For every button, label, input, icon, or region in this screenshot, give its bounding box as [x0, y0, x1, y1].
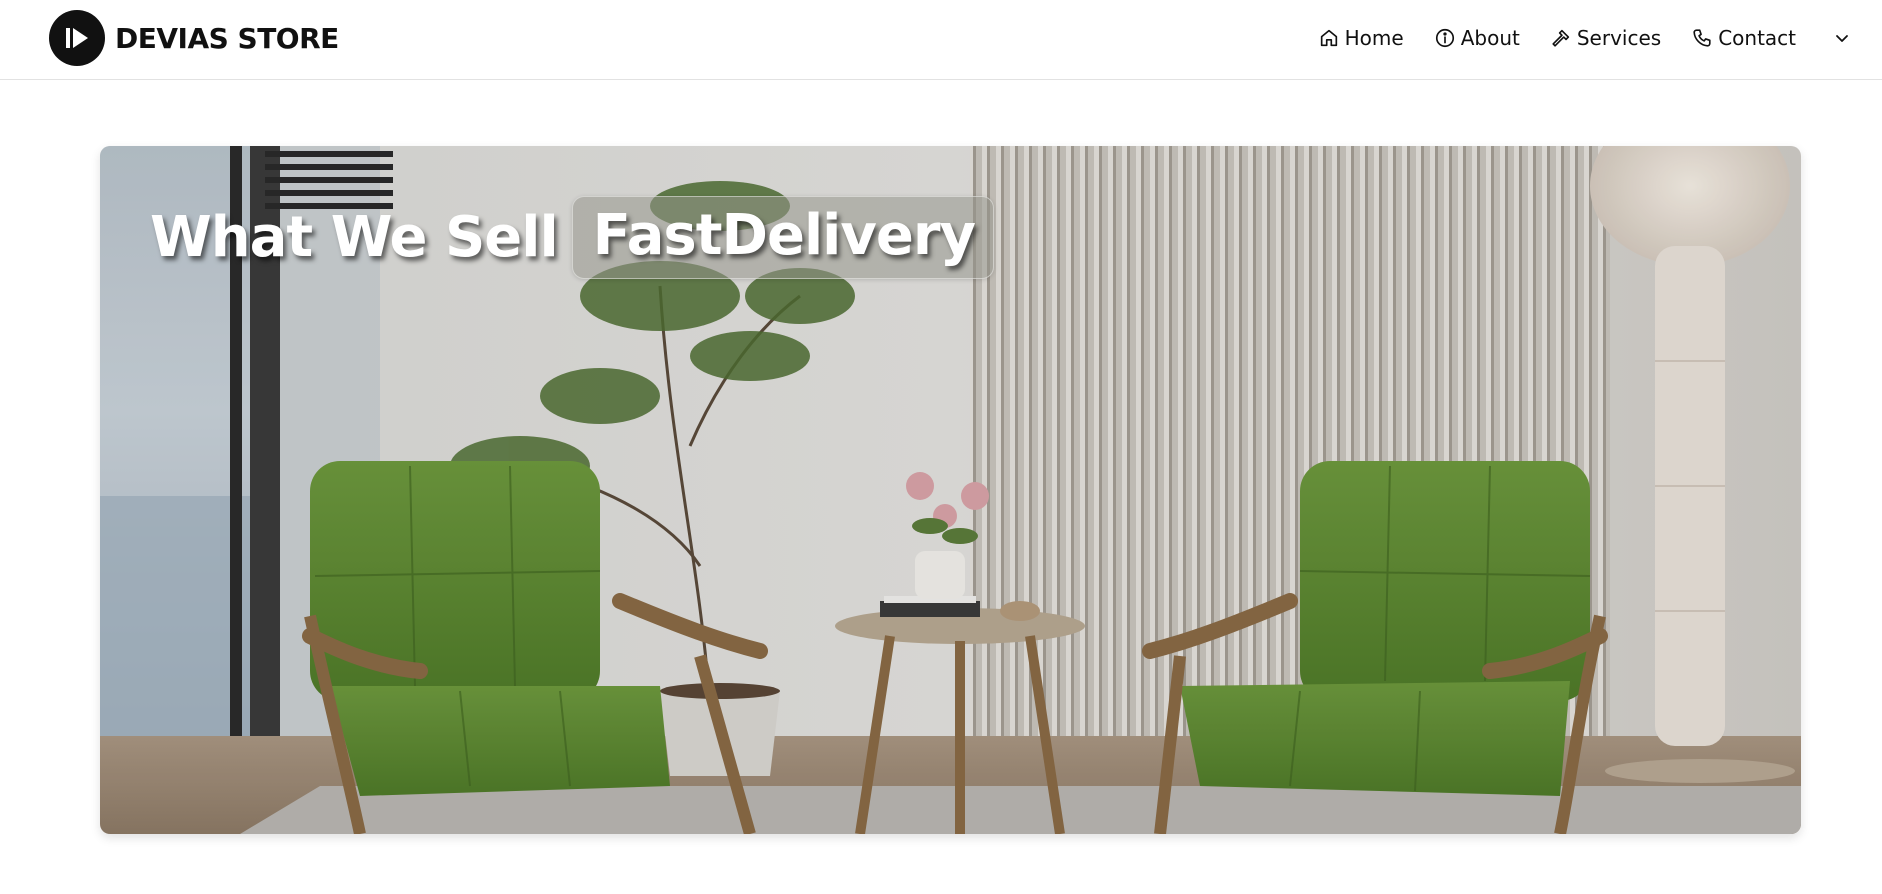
- hero-static-text: What We Sell: [150, 205, 559, 270]
- hero-rotating-chip: FastDelivery: [571, 196, 994, 279]
- hammer-icon: [1550, 27, 1572, 49]
- hero-banner: What We Sell FastDelivery: [100, 146, 1801, 834]
- phone-icon: [1691, 27, 1713, 49]
- nav-item-label: Services: [1576, 26, 1662, 50]
- chevron-down-icon[interactable]: [1832, 28, 1852, 48]
- site-header: DEVIAS STORE Home About Services Contact: [0, 0, 1882, 80]
- nav-item-about[interactable]: About: [1434, 26, 1520, 50]
- play-logo-icon: [49, 10, 105, 66]
- nav-item-label: About: [1460, 26, 1520, 50]
- nav-item-contact[interactable]: Contact: [1691, 26, 1796, 50]
- nav-item-home[interactable]: Home: [1318, 26, 1404, 50]
- info-icon: [1434, 27, 1456, 49]
- nav-item-services[interactable]: Services: [1550, 26, 1661, 50]
- nav-item-label: Contact: [1718, 26, 1796, 50]
- hero-rotating-text: FastDelivery: [592, 203, 976, 268]
- nav-item-label: Home: [1344, 26, 1404, 50]
- brand-link[interactable]: DEVIAS STORE: [49, 10, 339, 66]
- hero-headline: What We Sell FastDelivery: [150, 196, 994, 279]
- main-nav: Home About Services Contact: [1318, 18, 1852, 58]
- brand-name: DEVIAS STORE: [115, 21, 339, 55]
- home-icon: [1318, 27, 1340, 49]
